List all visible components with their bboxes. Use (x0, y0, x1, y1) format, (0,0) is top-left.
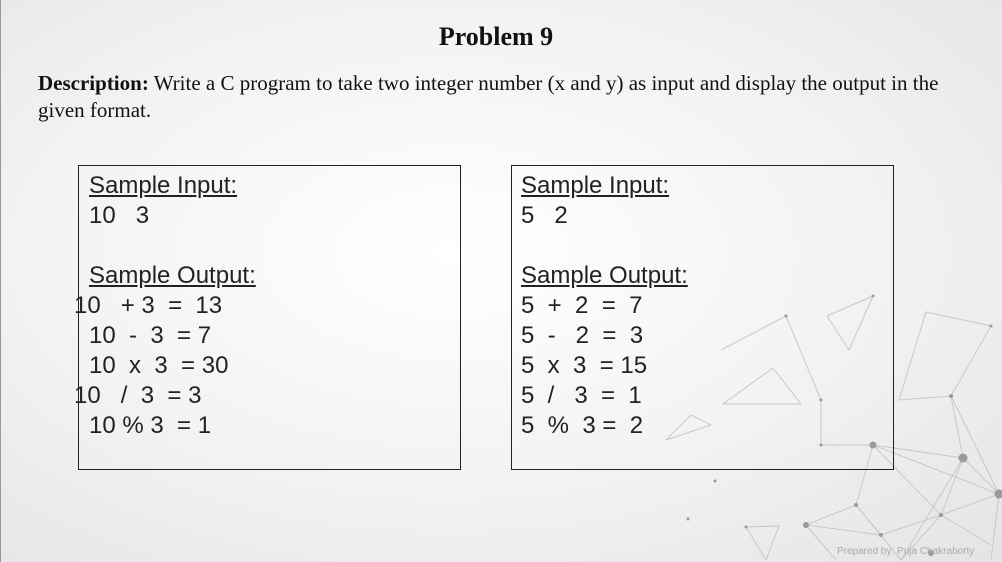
description-label: Description: (38, 71, 149, 95)
sample-output-line: 5 / 3 = 1 (521, 382, 642, 409)
sample-output-line: 5 x 3 = 15 (521, 352, 648, 379)
sample-output-line: 5 + 2 = 7 (521, 292, 643, 319)
footer-credit: Prepared by: Puja Chakraborty (837, 546, 975, 557)
sample-box-2: Sample Input: 5 2 Sample Output: 5 + 2 =… (511, 165, 894, 470)
sample-output-heading: Sample Output: (89, 262, 256, 289)
sample-output-heading: Sample Output: (521, 262, 688, 289)
sample-input-heading: Sample Input: (521, 172, 670, 199)
description-text: Write a C program to take two integer nu… (38, 71, 939, 122)
sample-output-line: 10 / 3 = 3 (74, 382, 202, 409)
sample-input-value: 5 2 (521, 202, 568, 229)
sample-output-line: 5 % 3 = 2 (521, 412, 644, 439)
page-title: Problem 9 (438, 22, 554, 51)
sample-output-line: 5 - 2 = 3 (521, 322, 644, 349)
problem-description: Description: Write a C program to take t… (38, 70, 973, 124)
sample-output-line: 10 - 3 = 7 (89, 322, 212, 349)
sample-box-1: Sample Input: 10 3 Sample Output: 10 + 3… (74, 165, 461, 470)
sample-output-line: 10 + 3 = 13 (74, 292, 223, 319)
sample-output-line: 10 % 3 = 1 (89, 412, 212, 439)
sample-output-line: 10 x 3 = 30 (89, 352, 229, 379)
sample-input-value: 10 3 (89, 202, 150, 229)
sample-input-heading: Sample Input: (89, 172, 238, 199)
